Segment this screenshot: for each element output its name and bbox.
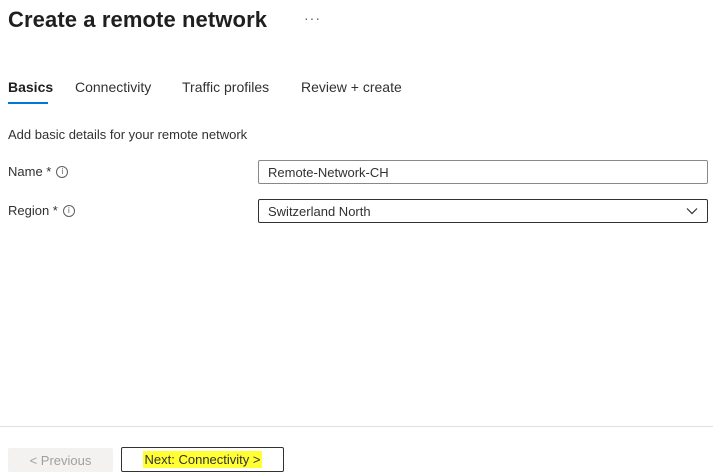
form-description: Add basic details for your remote networ… (8, 127, 248, 142)
more-options-icon[interactable]: ··· (304, 10, 321, 26)
tab-traffic-profiles[interactable]: Traffic profiles (182, 78, 269, 96)
tab-connectivity-label: Connectivity (75, 79, 152, 95)
page-title: Create a remote network (8, 7, 268, 32)
footer-divider (0, 426, 713, 427)
tab-traffic-profiles-label: Traffic profiles (182, 79, 270, 95)
name-row: Name * i (8, 160, 708, 184)
create-remote-network-page: Create a remote network ··· Basics Conne… (0, 0, 713, 475)
next-connectivity-button[interactable]: Next: Connectivity > (121, 447, 284, 472)
name-label-text: Name * (8, 164, 52, 179)
title-row: Create a remote network (8, 4, 267, 36)
region-field-label: Region * i (8, 203, 75, 218)
tab-review-create[interactable]: Review + create (301, 78, 402, 96)
info-icon[interactable]: i (56, 165, 69, 178)
chevron-down-icon (686, 208, 698, 215)
info-icon[interactable]: i (62, 204, 75, 217)
active-tab-indicator (8, 102, 48, 104)
tab-basics-label: Basics (8, 79, 54, 95)
region-select[interactable]: Switzerland North (258, 199, 708, 223)
region-row: Region * i Switzerland North (8, 199, 708, 223)
name-input[interactable] (258, 160, 708, 184)
tab-review-create-label: Review + create (301, 79, 402, 95)
tab-connectivity[interactable]: Connectivity (75, 78, 151, 96)
previous-button[interactable]: < Previous (8, 448, 113, 472)
tab-basics[interactable]: Basics (8, 78, 54, 104)
region-label-text: Region * (8, 203, 58, 218)
name-field-label: Name * i (8, 164, 69, 179)
next-button-label: Next: Connectivity > (142, 451, 263, 468)
region-select-value: Switzerland North (268, 203, 371, 219)
